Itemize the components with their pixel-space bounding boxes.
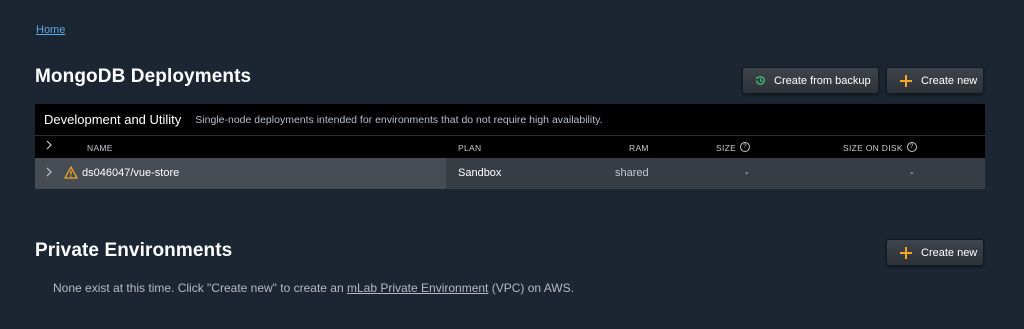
plus-icon [899,246,913,260]
table-header: NAME PLAN RAM SIZE? SIZE ON DISK? [35,135,985,158]
panel-title: Development and Utility [44,112,182,127]
deployment-size: - [745,167,749,179]
restore-icon [753,74,767,88]
create-new-private-env-button[interactable]: Create new [886,239,984,266]
breadcrumb-home-link[interactable]: Home [36,24,65,36]
empty-state-message: None exist at this time. Click "Create n… [53,281,574,295]
empty-message-end: (VPC) on AWS. [488,281,574,295]
create-from-backup-button[interactable]: Create from backup [742,67,879,94]
create-from-backup-label: Create from backup [774,74,871,87]
deployments-title: MongoDB Deployments [35,66,252,87]
panel-description: Single-node deployments intended for env… [195,113,603,126]
dev-utility-panel: Development and Utility Single-node depl… [35,104,985,189]
expand-chevron-icon[interactable] [45,166,53,181]
private-environment-link[interactable]: mLab Private Environment [347,281,488,295]
deployment-size-on-disk: - [910,167,914,179]
column-size-on-disk-label: SIZE ON DISK [843,143,903,153]
warning-icon [64,166,78,182]
plus-icon [899,74,913,88]
help-icon[interactable]: ? [906,142,917,152]
create-new-label: Create new [921,74,978,87]
expand-all-chevron-icon[interactable] [45,139,53,153]
page: Home MongoDB Deployments Create from bac… [0,0,1024,329]
empty-message-start: None exist at this time. Click "Create n… [53,281,347,295]
deployment-plan: Sandbox [458,167,502,179]
help-icon[interactable]: ? [740,142,751,152]
deployment-name[interactable]: ds046047/vue-store [82,167,179,179]
create-new-label: Create new [921,246,978,259]
column-plan: PLAN [458,143,482,153]
column-ram: RAM [629,143,649,153]
panel-header: Development and Utility Single-node depl… [35,104,985,135]
deployment-ram: shared [615,167,649,179]
column-name: NAME [87,143,113,153]
column-size: SIZE? [716,142,751,153]
column-size-on-disk: SIZE ON DISK? [843,142,917,153]
create-new-deployment-button[interactable]: Create new [886,67,984,94]
private-environments-title: Private Environments [35,240,233,261]
column-size-label: SIZE [716,143,737,153]
table-row[interactable]: ds046047/vue-store Sandbox shared - - [35,158,985,189]
